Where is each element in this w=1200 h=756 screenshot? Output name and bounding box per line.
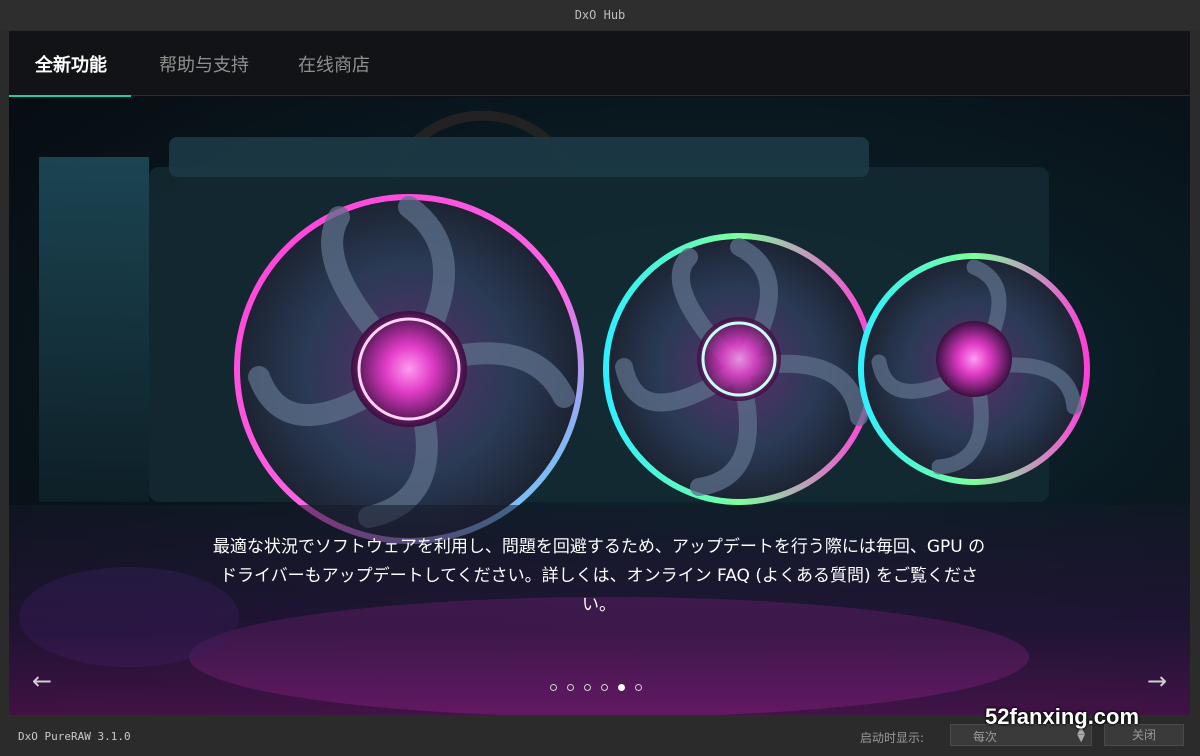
tab-whats-new[interactable]: 全新功能	[35, 51, 107, 77]
watermark: 52fanxing.com	[985, 704, 1140, 729]
tab-help-support[interactable]: 帮助与支持	[159, 51, 249, 77]
slide-dot-4[interactable]	[601, 684, 608, 691]
slide-dot-2[interactable]	[567, 684, 574, 691]
hero-slide: 最適な状況でソフトウェアを利用し、問題を回避するため、アップデートを行う際には毎…	[9, 97, 1190, 715]
version-label: DxO PureRAW 3.1.0	[18, 730, 131, 743]
arrow-left-icon[interactable]: ←	[27, 667, 57, 695]
slide-indicator	[550, 684, 642, 691]
window-titlebar: DxO Hub	[0, 0, 1200, 30]
slide-dot-3[interactable]	[584, 684, 591, 691]
slide-caption: 最適な状況でソフトウェアを利用し、問題を回避するため、アップデートを行う際には毎…	[212, 537, 986, 615]
startup-label: 启动时显示:	[860, 731, 925, 745]
slide-dot-6[interactable]	[635, 684, 642, 691]
slide-dot-1[interactable]	[550, 684, 557, 691]
arrow-right-icon[interactable]: →	[1142, 667, 1172, 695]
slide-dot-5[interactable]	[618, 684, 625, 691]
window-title: DxO Hub	[574, 8, 626, 22]
startup-select-value: 每次	[973, 730, 998, 744]
tab-online-store[interactable]: 在线商店	[298, 51, 370, 77]
hub-content: 全新功能 帮助与支持 在线商店 最適な状況でソフトウェアを利用し、問題を回避する…	[9, 31, 1190, 715]
tab-bar: 全新功能 帮助与支持 在线商店	[9, 31, 1190, 96]
